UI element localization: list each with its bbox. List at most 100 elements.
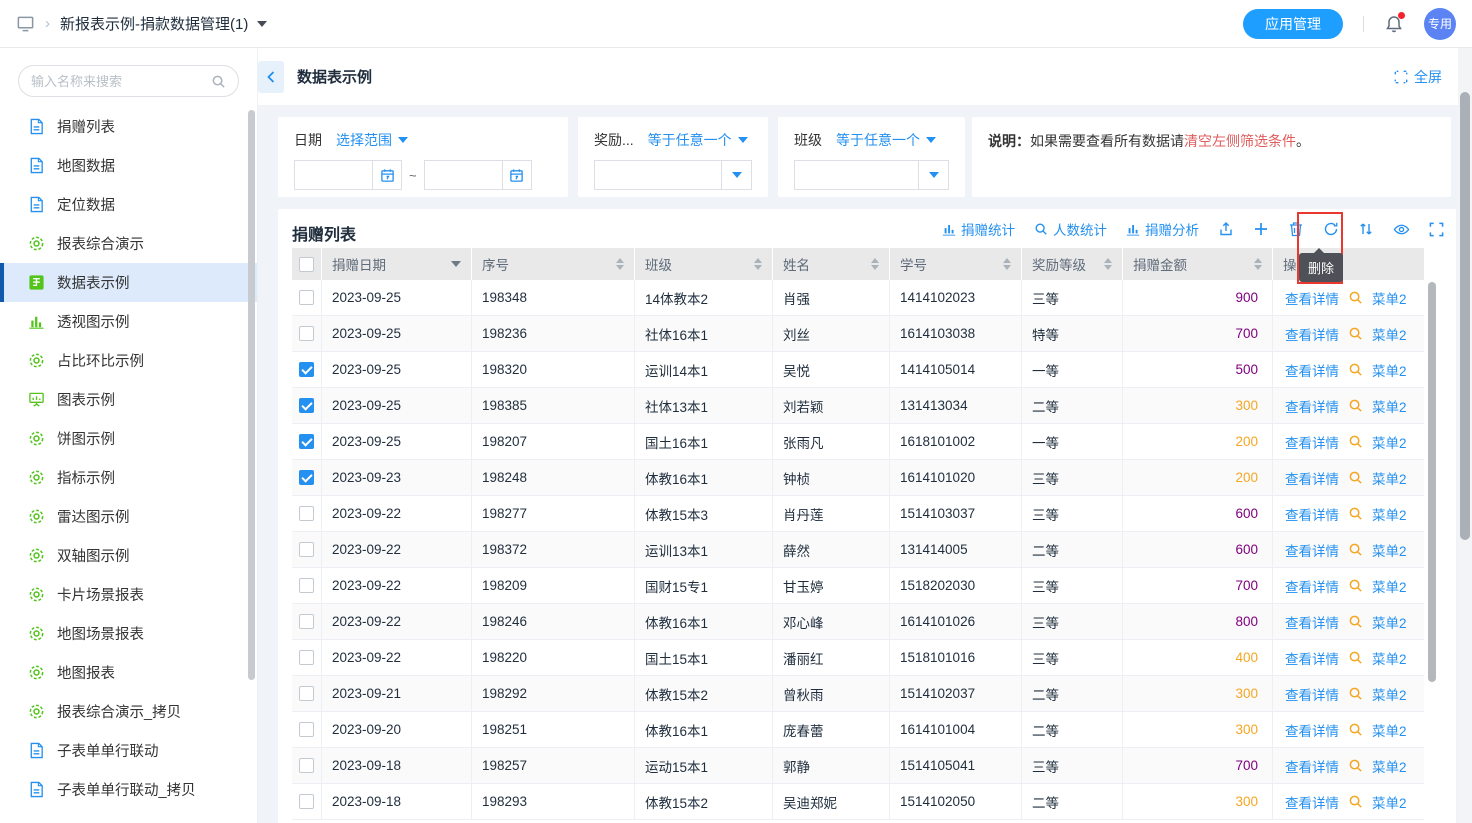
sidebar-item-5[interactable]: 数据表示例 [0,263,257,302]
table-scrollbar[interactable] [1428,282,1436,682]
menu2-link[interactable]: 菜单2 [1372,648,1407,668]
menu2-link[interactable]: 菜单2 [1372,684,1407,704]
sort-carets-icon[interactable] [1254,258,1262,270]
menu2-link[interactable]: 菜单2 [1372,540,1407,560]
view-detail-link[interactable]: 查看详情 [1285,720,1339,740]
title-dropdown-caret-icon[interactable] [257,21,267,27]
view-detail-link[interactable]: 查看详情 [1285,504,1339,524]
sidebar-scrollbar[interactable] [248,110,255,680]
menu2-link[interactable]: 菜单2 [1372,576,1407,596]
sort-carets-icon[interactable] [1104,258,1112,270]
column-header-3[interactable]: 班级 [635,248,773,280]
row-checkbox[interactable] [299,434,314,449]
sidebar-item-16[interactable]: 报表综合演示_拷贝 [0,692,257,731]
menu2-link[interactable]: 菜单2 [1372,432,1407,452]
row-checkbox[interactable] [299,758,314,773]
fullscreen-button[interactable]: 全屏 [1394,67,1442,87]
app-window-icon[interactable] [16,14,35,33]
view-detail-link[interactable]: 查看详情 [1285,648,1339,668]
view-detail-link[interactable]: 查看详情 [1285,684,1339,704]
sidebar-item-3[interactable]: 定位数据 [0,185,257,224]
sort-carets-icon[interactable] [871,258,879,270]
row-checkbox[interactable] [299,290,314,305]
refresh-icon[interactable] [1323,221,1339,237]
row-checkbox[interactable] [299,398,314,413]
row-checkbox[interactable] [299,470,314,485]
sidebar-item-12[interactable]: 双轴图示例 [0,536,257,575]
column-header-1[interactable]: 捐赠日期 [322,248,472,280]
sidebar-item-18[interactable]: 子表单单行联动_拷贝 [0,770,257,809]
menu2-link[interactable]: 菜单2 [1372,612,1407,632]
sidebar-item-15[interactable]: 地图报表 [0,653,257,692]
back-button[interactable] [258,61,284,93]
calendar-icon[interactable] [372,160,402,190]
clear-filters-link[interactable]: 清空左侧筛选条件 [1184,133,1296,149]
avatar[interactable]: 专用 [1424,8,1456,40]
donation-stats-button[interactable]: 捐赠统计 [942,219,1015,239]
sidebar-item-1[interactable]: 捐赠列表 [0,107,257,146]
page-scrollbar[interactable] [1460,92,1470,540]
row-search-icon[interactable] [1348,650,1363,665]
class-operator-dropdown[interactable]: 等于任意一个 [836,130,936,150]
menu2-link[interactable]: 菜单2 [1372,468,1407,488]
sidebar-item-17[interactable]: 子表单单行联动 [0,731,257,770]
view-detail-link[interactable]: 查看详情 [1285,396,1339,416]
view-detail-link[interactable]: 查看详情 [1285,288,1339,308]
people-stats-button[interactable]: 人数统计 [1034,219,1107,239]
sidebar-item-10[interactable]: 指标示例 [0,458,257,497]
sidebar-item-8[interactable]: 图表示例 [0,380,257,419]
view-detail-link[interactable]: 查看详情 [1285,576,1339,596]
reward-select[interactable] [594,160,752,190]
menu2-link[interactable]: 菜单2 [1372,792,1407,812]
row-checkbox[interactable] [299,614,314,629]
view-detail-link[interactable]: 查看详情 [1285,324,1339,344]
view-detail-link[interactable]: 查看详情 [1285,612,1339,632]
add-icon[interactable] [1253,221,1269,237]
menu2-link[interactable]: 菜单2 [1372,396,1407,416]
row-checkbox[interactable] [299,326,314,341]
view-detail-link[interactable]: 查看详情 [1285,468,1339,488]
menu2-link[interactable]: 菜单2 [1372,360,1407,380]
row-search-icon[interactable] [1348,614,1363,629]
notification-bell-icon[interactable] [1384,14,1404,34]
row-search-icon[interactable] [1348,470,1363,485]
donation-analysis-button[interactable]: 捐赠分析 [1126,219,1199,239]
row-checkbox[interactable] [299,542,314,557]
row-search-icon[interactable] [1348,326,1363,341]
sidebar-item-14[interactable]: 地图场景报表 [0,614,257,653]
date-start-input[interactable] [294,160,372,190]
menu2-link[interactable]: 菜单2 [1372,720,1407,740]
row-checkbox[interactable] [299,506,314,521]
sort-carets-icon[interactable] [754,258,762,270]
column-header-2[interactable]: 序号 [472,248,635,280]
sidebar-item-7[interactable]: 占比环比示例 [0,341,257,380]
row-search-icon[interactable] [1348,362,1363,377]
column-header-8[interactable]: 操作 [1273,248,1424,280]
reward-operator-dropdown[interactable]: 等于任意一个 [648,130,748,150]
class-select[interactable] [794,160,949,190]
row-checkbox[interactable] [299,650,314,665]
search-input[interactable] [31,74,211,89]
sort-carets-icon[interactable] [616,258,624,270]
sidebar-item-9[interactable]: 饼图示例 [0,419,257,458]
row-search-icon[interactable] [1348,398,1363,413]
column-header-7[interactable]: 捐赠金额 [1123,248,1273,280]
search-icon[interactable] [211,74,226,89]
sort-carets-icon[interactable] [1003,258,1011,270]
sidebar-item-11[interactable]: 雷达图示例 [0,497,257,536]
row-search-icon[interactable] [1348,758,1363,773]
row-search-icon[interactable] [1348,686,1363,701]
view-detail-link[interactable]: 查看详情 [1285,360,1339,380]
sidebar-item-13[interactable]: 卡片场景报表 [0,575,257,614]
view-detail-link[interactable]: 查看详情 [1285,432,1339,452]
menu2-link[interactable]: 菜单2 [1372,288,1407,308]
row-search-icon[interactable] [1348,578,1363,593]
row-search-icon[interactable] [1348,290,1363,305]
row-search-icon[interactable] [1348,506,1363,521]
eye-icon[interactable] [1393,221,1410,238]
column-header-5[interactable]: 学号 [890,248,1022,280]
calendar-icon[interactable] [502,160,532,190]
menu2-link[interactable]: 菜单2 [1372,756,1407,776]
row-search-icon[interactable] [1348,542,1363,557]
sidebar-item-2[interactable]: 地图数据 [0,146,257,185]
